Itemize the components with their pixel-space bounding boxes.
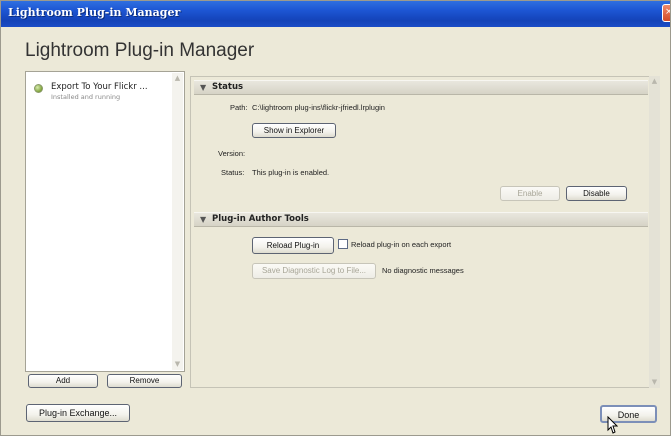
scroll-up-icon[interactable]: ▲ <box>173 74 182 83</box>
scroll-up-icon[interactable]: ▲ <box>650 77 659 86</box>
add-plugin-button[interactable]: Add <box>28 374 98 388</box>
status-section-title: Status <box>212 82 244 92</box>
page-title: Lightroom Plug-in Manager <box>25 40 255 61</box>
author-tools-section-header[interactable]: ▼ Plug-in Author Tools <box>194 212 648 227</box>
triangle-down-icon[interactable]: ▼ <box>200 83 206 92</box>
plugin-list-item[interactable]: Export To Your Flickr ... Installed and … <box>27 73 173 103</box>
version-label: Version: <box>218 149 246 158</box>
plugin-status: Installed and running <box>51 93 121 101</box>
reload-on-export-label[interactable]: Reload plug-in on each export <box>351 240 451 249</box>
scroll-down-icon[interactable]: ▼ <box>650 378 659 387</box>
remove-plugin-button[interactable]: Remove <box>107 374 182 388</box>
close-icon[interactable]: × <box>662 4 670 22</box>
status-label: Status: <box>221 168 245 177</box>
scroll-down-icon[interactable]: ▼ <box>173 360 182 369</box>
author-tools-section-title: Plug-in Author Tools <box>212 214 309 224</box>
show-in-explorer-button[interactable]: Show in Explorer <box>252 123 336 138</box>
plugin-list[interactable]: Export To Your Flickr ... Installed and … <box>25 71 185 372</box>
diagnostic-message: No diagnostic messages <box>382 266 464 275</box>
reload-on-export-checkbox[interactable] <box>338 239 348 249</box>
window-title: Lightroom Plug-in Manager <box>8 6 181 19</box>
reload-plugin-button[interactable]: Reload Plug-in <box>252 237 334 254</box>
status-value: This plug-in is enabled. <box>252 168 330 177</box>
plugin-name: Export To Your Flickr ... <box>51 82 148 92</box>
status-section-header[interactable]: ▼ Status <box>194 80 648 95</box>
title-bar[interactable]: Lightroom Plug-in Manager × <box>1 1 670 27</box>
enable-button[interactable]: Enable <box>500 186 560 201</box>
plugin-exchange-button[interactable]: Plug-in Exchange... <box>26 404 130 422</box>
disable-button[interactable]: Disable <box>566 186 627 201</box>
plugin-list-scrollbar[interactable]: ▲ ▼ <box>172 73 183 370</box>
plugin-manager-window: Lightroom Plug-in Manager × Lightroom Pl… <box>0 0 671 436</box>
status-indicator-icon <box>34 84 43 93</box>
details-scrollbar[interactable]: ▲ ▼ <box>649 76 660 388</box>
save-diagnostic-log-button[interactable]: Save Diagnostic Log to File... <box>252 263 376 279</box>
path-value: C:\lightroom plug-ins\flickr-jfriedl.lrp… <box>252 103 385 112</box>
mouse-pointer-icon <box>607 416 618 434</box>
triangle-down-icon[interactable]: ▼ <box>200 215 206 224</box>
path-label: Path: <box>230 103 248 112</box>
